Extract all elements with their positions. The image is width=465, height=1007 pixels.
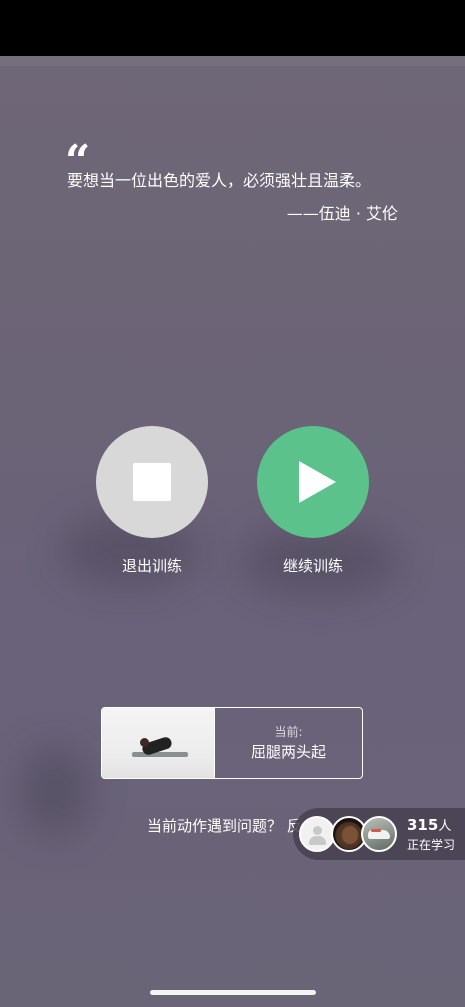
play-icon <box>298 461 336 503</box>
learners-label: 正在学习 <box>407 838 456 852</box>
continue-training-label[interactable]: 继续训练 <box>243 556 383 576</box>
learners-count-line: 315人 <box>407 816 455 836</box>
yoga-mat <box>132 752 188 757</box>
avatar-face <box>342 826 358 844</box>
learners-info: 315人 正在学习 <box>407 816 455 854</box>
learners-unit: 人 <box>438 819 452 834</box>
exercise-info: 当前: 屈腿两头起 <box>214 708 362 778</box>
home-indicator[interactable] <box>150 990 316 995</box>
shoe-accent <box>371 829 381 832</box>
learners-count: 315 <box>407 816 439 834</box>
status-bar <box>0 0 465 56</box>
exercise-name: 屈腿两头起 <box>250 743 326 761</box>
exercise-thumbnail <box>102 708 214 778</box>
current-exercise-card[interactable]: 当前: 屈腿两头起 <box>101 707 363 779</box>
stop-icon <box>133 463 171 501</box>
avatar-shoulders-shape <box>309 836 326 845</box>
background-blur <box>20 746 90 836</box>
current-caption: 当前: <box>274 725 303 739</box>
user-avatar <box>361 816 397 852</box>
pause-overlay <box>0 56 465 1007</box>
continue-training-button[interactable] <box>257 426 369 538</box>
exit-training-label[interactable]: 退出训练 <box>82 556 222 576</box>
workout-paused-screen: “ 要想当一位出色的爱人，必须强壮且温柔。 ——伍迪 · 艾伦 退出训练 继续训… <box>0 0 465 1007</box>
exercise-figure-head <box>140 738 149 747</box>
quote-author: ——伍迪 · 艾伦 <box>286 204 398 223</box>
exit-training-button[interactable] <box>96 426 208 538</box>
motivational-quote: 要想当一位出色的爱人，必须强壮且温柔。 <box>67 171 372 190</box>
avatar-head-shape <box>313 826 322 835</box>
default-avatar-icon <box>299 816 335 852</box>
learners-badge[interactable]: 315人 正在学习 <box>293 808 465 860</box>
feedback-link[interactable]: 当前动作遇到问题？ 反 <box>147 815 302 837</box>
